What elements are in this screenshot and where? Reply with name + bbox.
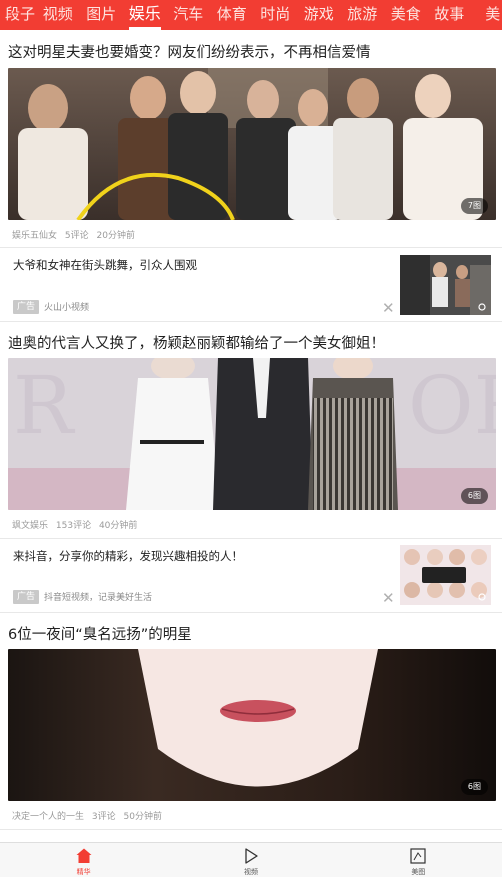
- picture-icon: [410, 848, 426, 864]
- tab-entertainment[interactable]: 娱乐: [123, 0, 167, 30]
- close-icon[interactable]: ✕: [382, 301, 395, 316]
- article-comments: 5评论: [64, 231, 89, 241]
- ad-source: 抖音短视频，记录美好生活: [44, 593, 153, 603]
- article-card[interactable]: 6位一夜间“臭名远扬”的明星 6图 决定一个人的一生 3评论 50分钟前: [0, 613, 502, 830]
- ad-card[interactable]: 大爷和女神在街头跳舞，引众人围观 广告 火山小视频 ✕: [0, 248, 502, 322]
- ad-card[interactable]: 来抖音，分享你的精彩，发现兴趣相投的人！ 广告 抖音短视频，记录美好生活 ✕: [0, 539, 502, 613]
- article-source[interactable]: 娱乐五仙女: [12, 231, 57, 241]
- ad-label: 广告: [13, 300, 40, 314]
- article-image[interactable]: 6图: [8, 649, 496, 801]
- svg-text:OR: OR: [408, 359, 496, 452]
- portrait-image: [8, 649, 496, 801]
- nav-essence[interactable]: 精华: [0, 843, 167, 877]
- article-time: 20分钟前: [96, 231, 135, 241]
- tab-stories[interactable]: 故事: [428, 0, 472, 30]
- ad-label: 广告: [13, 590, 40, 604]
- douyin-collage-thumbnail: [400, 545, 491, 605]
- ad-source: 火山小视频: [44, 303, 90, 313]
- article-title[interactable]: 这对明星夫妻也要婚变？网友们纷纷表示，不再相信爱情: [8, 41, 371, 62]
- tab-sports[interactable]: 体育: [210, 0, 254, 30]
- street-dance-thumbnail: [400, 255, 491, 315]
- nav-pictures[interactable]: 美图: [335, 843, 502, 877]
- play-icon: [245, 848, 258, 864]
- nav-label: 美图: [411, 868, 426, 876]
- tab-pictures[interactable]: 图片: [80, 0, 124, 30]
- svg-text:R: R: [13, 359, 76, 452]
- article-source[interactable]: 飒文娱乐: [12, 521, 48, 531]
- tab-beauty[interactable]: 美: [471, 0, 502, 30]
- ad-title[interactable]: 来抖音，分享你的精彩，发现兴趣相投的人！: [13, 548, 243, 564]
- article-image[interactable]: 7图: [8, 68, 496, 220]
- news-feed[interactable]: 这对明星夫妻也要婚变？网友们纷纷表示，不再相信爱情 7图 娱乐五仙女 5评论 2…: [0, 30, 502, 842]
- tab-fashion[interactable]: 时尚: [254, 0, 298, 30]
- close-icon[interactable]: ✕: [382, 591, 395, 606]
- home-icon: [76, 848, 92, 863]
- nav-label: 精华: [76, 868, 91, 876]
- article-card[interactable]: 这对明星夫妻也要婚变？网友们纷纷表示，不再相信爱情 7图 娱乐五仙女 5评论 2…: [0, 30, 502, 248]
- tab-cars[interactable]: 汽车: [167, 0, 211, 30]
- group-photo-image: [8, 68, 496, 220]
- article-image[interactable]: R OR 6图: [8, 358, 496, 510]
- image-count-badge: 6图: [460, 488, 488, 504]
- ad-title[interactable]: 大爷和女神在街头跳舞，引众人围观: [13, 257, 197, 273]
- article-title[interactable]: 迪奥的代言人又换了，杨颖赵丽颖都输给了一个美女御姐！: [8, 332, 385, 353]
- tab-video[interactable]: 视频: [36, 0, 80, 30]
- article-meta: 飒文娱乐 153评论 40分钟前: [12, 518, 142, 531]
- article-comments: 153评论: [55, 521, 92, 531]
- ad-thumbnail[interactable]: [400, 545, 491, 605]
- tab-duanzi[interactable]: 段子: [0, 0, 36, 30]
- article-source[interactable]: 决定一个人的一生: [12, 812, 84, 822]
- article-meta: 娱乐五仙女 5评论 20分钟前: [12, 228, 140, 241]
- article-comments: 3评论: [91, 812, 116, 822]
- nav-label: 视频: [243, 868, 258, 876]
- image-count-badge: 6图: [460, 779, 488, 795]
- nav-video[interactable]: 视频: [167, 843, 334, 877]
- bottom-navigation: 精华 视频 美图: [0, 842, 502, 877]
- article-time: 40分钟前: [98, 521, 138, 531]
- category-tab-bar: 段子 视频 图片 娱乐 汽车 体育 时尚 游戏 旅游 美食 故事 美: [0, 0, 502, 30]
- article-meta: 决定一个人的一生 3评论 50分钟前: [12, 809, 167, 822]
- ad-thumbnail[interactable]: [400, 255, 491, 315]
- red-carpet-image: R OR: [8, 358, 496, 510]
- tab-travel[interactable]: 旅游: [341, 0, 385, 30]
- article-card[interactable]: 迪奥的代言人又换了，杨颖赵丽颖都输给了一个美女御姐！ R OR: [0, 322, 502, 539]
- tab-food[interactable]: 美食: [384, 0, 428, 30]
- image-count-badge: 7图: [460, 198, 488, 214]
- article-time: 50分钟前: [123, 812, 162, 822]
- tab-games[interactable]: 游戏: [297, 0, 341, 30]
- article-title[interactable]: 6位一夜间“臭名远扬”的明星: [8, 623, 192, 644]
